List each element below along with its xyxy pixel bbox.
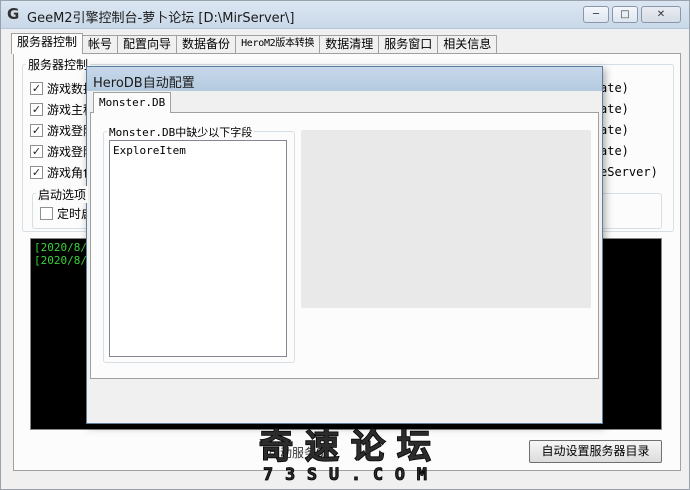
close-button[interactable]: ✕: [641, 6, 681, 23]
dialog-title: HeroDB自动配置: [93, 76, 195, 91]
checkbox[interactable]: ✓: [30, 144, 43, 158]
herodb-auto-config-dialog: HeroDB自动配置 Monster.DB Monster.DB中缺少以下字段 …: [86, 66, 603, 424]
server-control-group-label: 服务器控制: [26, 56, 91, 73]
tab-data-cleanup[interactable]: 数据清理: [319, 35, 380, 53]
window-controls: ─ □ ✕: [583, 6, 681, 23]
startup-options-label: 启动选项: [36, 186, 89, 203]
tab-data-backup[interactable]: 数据备份: [176, 35, 237, 53]
window-title: GeeM2引擎控制台-萝卜论坛 [D:\MirServer\]: [27, 11, 295, 26]
placeholder-panel: [301, 130, 591, 308]
maximize-button[interactable]: □: [612, 6, 638, 23]
checkbox-suffix-text: ate): [600, 123, 629, 137]
log-line: [2020/8/2: [34, 241, 94, 254]
missing-fields-label: Monster.DB中缺少以下字段: [107, 124, 255, 140]
checkbox[interactable]: [40, 207, 53, 220]
app-g-icon: G: [7, 5, 20, 23]
checkbox[interactable]: ✓: [30, 123, 43, 137]
tab-herom2-convert[interactable]: HeroM2版本转换: [235, 35, 321, 53]
dialog-titlebar[interactable]: HeroDB自动配置: [87, 67, 602, 91]
svg-text:73SU.COM: 73SU.COM: [263, 465, 427, 485]
checkbox-suffix-text: ate): [600, 102, 629, 116]
tab-related-info[interactable]: 相关信息: [437, 35, 498, 53]
checkbox[interactable]: ✓: [30, 81, 43, 95]
main-tab-bar: 服务器控制 帐号 配置向导 数据备份 HeroM2版本转换 数据清理 服务窗口 …: [11, 33, 498, 54]
tab-config-wizard[interactable]: 配置向导: [117, 35, 178, 53]
list-item[interactable]: ExploreItem: [110, 141, 286, 160]
main-titlebar[interactable]: G GeeM2引擎控制台-萝卜论坛 [D:\MirServer\] ─ □ ✕: [1, 1, 689, 29]
checkbox-suffix-text: ate): [600, 144, 629, 158]
checkbox-suffix-text: eServer): [600, 165, 658, 179]
svg-text:奇速论坛: 奇速论坛: [259, 427, 431, 467]
auto-set-server-dir-button[interactable]: 自动设置服务器目录: [529, 440, 662, 463]
minimize-button[interactable]: ─: [583, 6, 609, 23]
checkbox-suffix-text: ate): [600, 81, 629, 95]
tab-account[interactable]: 帐号: [82, 35, 119, 53]
tab-monster-db[interactable]: Monster.DB: [93, 92, 172, 113]
watermark-logo: 奇速论坛 奇速论坛 73SU.COM: [258, 426, 432, 485]
checkbox[interactable]: ✓: [30, 102, 43, 116]
checkbox[interactable]: ✓: [30, 165, 43, 179]
log-line: [2020/8/2: [34, 254, 94, 267]
missing-fields-list[interactable]: ExploreItem: [109, 140, 287, 357]
tab-server-control[interactable]: 服务器控制: [11, 33, 84, 54]
tab-service-window[interactable]: 服务窗口: [378, 35, 439, 53]
